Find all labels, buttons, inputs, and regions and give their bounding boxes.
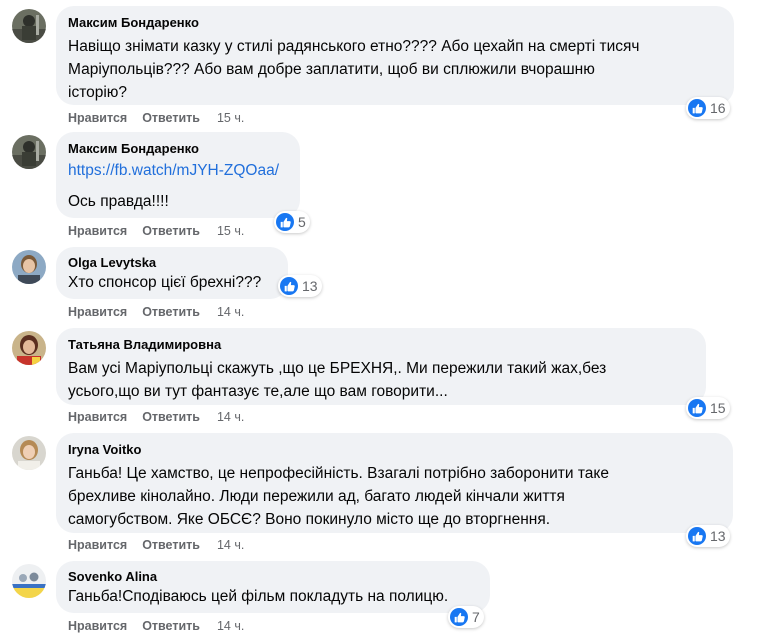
- like-link[interactable]: Нравится: [68, 223, 127, 239]
- reaction-count: 15: [710, 400, 726, 416]
- reaction-count-badge[interactable]: 13: [686, 525, 730, 547]
- comment-timestamp[interactable]: 14 ч.: [217, 537, 244, 553]
- comment-author[interactable]: Максим Бондаренко: [68, 140, 288, 157]
- comment-text: Навіщо знімати казку у стилі радянського…: [68, 38, 640, 101]
- reply-link[interactable]: Ответить: [142, 409, 200, 425]
- reply-link[interactable]: Ответить: [142, 304, 200, 320]
- reaction-count-badge[interactable]: 5: [274, 211, 310, 233]
- like-link[interactable]: Нравится: [68, 304, 127, 320]
- thumbs-up-icon: [688, 527, 706, 545]
- comment-timestamp[interactable]: 15 ч.: [217, 110, 244, 126]
- comment-actions: Нравится Ответить 15 ч.: [68, 223, 259, 239]
- comment-author[interactable]: Sovenko Alina: [68, 568, 478, 585]
- comment-bubble: Максим Бондаренко https://fb.watch/mJYH-…: [56, 132, 300, 218]
- comment-bubble: Sovenko Alina Ганьба!Сподіваюсь цей філь…: [56, 561, 490, 613]
- avatar[interactable]: [12, 331, 46, 365]
- avatar[interactable]: [12, 250, 46, 284]
- reply-link[interactable]: Ответить: [142, 537, 200, 553]
- comment-author[interactable]: Татьяна Владимировна: [68, 336, 694, 353]
- thumbs-up-icon: [280, 277, 298, 295]
- comment-actions: Нравится Ответить 14 ч.: [68, 304, 259, 320]
- reaction-count: 5: [298, 214, 306, 230]
- like-link[interactable]: Нравится: [68, 110, 127, 126]
- reply-link[interactable]: Ответить: [142, 223, 200, 239]
- comment-bubble: Татьяна Владимировна Вам усі Маріупольці…: [56, 328, 706, 405]
- comment-author[interactable]: Iryna Voitko: [68, 441, 721, 458]
- reaction-count-badge[interactable]: 16: [686, 97, 730, 119]
- reaction-count-badge[interactable]: 7: [448, 606, 484, 628]
- comment-text: Хто спонсор цієї брехні???: [68, 274, 262, 291]
- comment-bubble: Максим Бондаренко Навіщо знімати казку у…: [56, 6, 734, 105]
- reaction-count: 13: [710, 528, 726, 544]
- thumbs-up-icon: [688, 399, 706, 417]
- like-link[interactable]: Нравится: [68, 409, 127, 425]
- reply-link[interactable]: Ответить: [142, 618, 200, 634]
- comment-actions: Нравится Ответить 14 ч.: [68, 537, 259, 553]
- thumbs-up-icon: [450, 608, 468, 626]
- comment-bubble: Iryna Voitko Ганьба! Це хамство, це непр…: [56, 433, 733, 533]
- reaction-count-badge[interactable]: 13: [278, 275, 322, 297]
- comment-timestamp[interactable]: 14 ч.: [217, 618, 244, 634]
- avatar[interactable]: [12, 564, 46, 598]
- comment-text: Вам усі Маріупольці скажуть ,що це БРЕХН…: [68, 360, 607, 400]
- comment-actions: Нравится Ответить 15 ч.: [68, 110, 259, 126]
- reaction-count-badge[interactable]: 15: [686, 397, 730, 419]
- comment-text: Ганьба!Сподіваюсь цей фільм покладуть на…: [68, 588, 449, 605]
- reply-link[interactable]: Ответить: [142, 110, 200, 126]
- reaction-count: 13: [302, 278, 318, 294]
- comment-author[interactable]: Olga Levytska: [68, 254, 276, 271]
- avatar[interactable]: [12, 9, 46, 43]
- comment-timestamp[interactable]: 14 ч.: [217, 304, 244, 320]
- avatar[interactable]: [12, 135, 46, 169]
- reaction-count: 16: [710, 100, 726, 116]
- comment-actions: Нравится Ответить 14 ч.: [68, 409, 259, 425]
- like-link[interactable]: Нравится: [68, 537, 127, 553]
- avatar[interactable]: [12, 436, 46, 470]
- like-link[interactable]: Нравится: [68, 618, 127, 634]
- comment-text: Ось правда!!!!: [68, 193, 169, 210]
- comment-timestamp[interactable]: 15 ч.: [217, 223, 244, 239]
- comment-actions: Нравится Ответить 14 ч.: [68, 618, 259, 634]
- comment-author[interactable]: Максим Бондаренко: [68, 14, 722, 31]
- comment-timestamp[interactable]: 14 ч.: [217, 409, 244, 425]
- comment-bubble: Olga Levytska Хто спонсор цієї брехні???: [56, 247, 288, 299]
- thumbs-up-icon: [688, 99, 706, 117]
- reaction-count: 7: [472, 609, 480, 625]
- comment-text: Ганьба! Це хамство, це непрофесійність. …: [68, 465, 609, 528]
- comment-link[interactable]: https://fb.watch/mJYH-ZQOaa/: [68, 159, 288, 182]
- thumbs-up-icon: [276, 213, 294, 231]
